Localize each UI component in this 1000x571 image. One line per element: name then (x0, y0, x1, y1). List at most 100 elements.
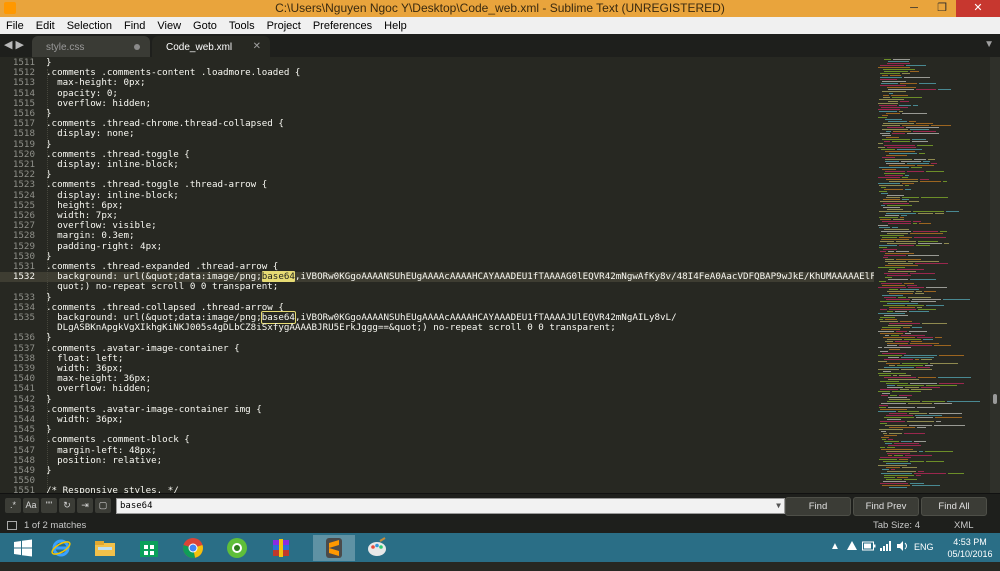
find-button[interactable]: Find (785, 497, 851, 516)
code-line[interactable]: 1541 overflow: hidden; (0, 384, 874, 394)
windows-start-icon[interactable] (2, 535, 44, 561)
minimap-line (915, 415, 942, 416)
internet-explorer-icon[interactable] (40, 535, 82, 561)
code-line[interactable]: quot;) no-repeat scroll 0 0 transparent; (0, 282, 874, 292)
code-line[interactable]: 1537 .comments .avatar-image-container { (0, 343, 874, 354)
minimap-line (904, 283, 914, 284)
minimap-line (883, 337, 915, 338)
network-icon[interactable] (880, 541, 892, 570)
case-sensitive-toggle[interactable]: Aa (23, 498, 39, 513)
sublime-text-taskbar-icon[interactable] (313, 535, 355, 561)
minimap-line (882, 169, 896, 170)
tab-dropdown-icon[interactable]: ▼ (984, 39, 994, 50)
in-selection-toggle[interactable]: ⇥ (77, 498, 93, 513)
coccoc-browser-icon[interactable] (216, 535, 258, 561)
minimap[interactable] (874, 57, 990, 493)
wrap-toggle[interactable]: ↻ (59, 498, 75, 513)
line-number[interactable]: 1532 (0, 271, 35, 282)
code-line[interactable]: 1513 max-height: 0px; (0, 78, 874, 88)
paint-icon[interactable] (356, 535, 398, 561)
minimap-line (878, 267, 905, 268)
code-line[interactable]: 1543 .comments .avatar-image-container im… (0, 404, 874, 415)
menu-help[interactable]: Help (378, 20, 413, 32)
code-line[interactable]: 1529 padding-right: 4px; (0, 241, 874, 252)
unsaved-dot-icon[interactable] (134, 44, 140, 50)
tab-size-selector[interactable]: Tab Size: 4 (873, 520, 920, 531)
tray-overflow-icon[interactable]: ▲ (830, 541, 840, 570)
tab-style-css[interactable]: style.css (32, 36, 150, 57)
code-line[interactable]: 1538 float: left; (0, 353, 874, 364)
code-line[interactable]: 1551 /* Responsive styles. */ (0, 486, 874, 493)
menu-preferences[interactable]: Preferences (307, 20, 378, 32)
minimap-line (926, 305, 944, 306)
minimap-line (887, 87, 916, 88)
minimap-line (881, 83, 898, 84)
battery-icon[interactable] (862, 541, 876, 570)
find-history-chevron-icon[interactable]: ▼ (776, 499, 781, 513)
regex-toggle[interactable]: .* (5, 498, 21, 513)
minimap-line (882, 285, 905, 286)
panel-toggle-icon[interactable] (7, 521, 17, 530)
menu-view[interactable]: View (151, 20, 187, 32)
clock[interactable]: 4:53 PM 05/10/2016 (942, 536, 998, 565)
menu-goto[interactable]: Goto (187, 20, 223, 32)
find-input[interactable]: base64 ▼ (116, 498, 785, 514)
maximize-button[interactable]: ❐ (928, 0, 956, 17)
minimap-line (881, 187, 886, 188)
code-text: padding-right: 4px; (46, 241, 162, 252)
minimap-line (939, 355, 964, 356)
volume-icon[interactable] (897, 541, 909, 570)
minimap-line (880, 317, 895, 318)
language-indicator[interactable]: ENG (914, 542, 934, 571)
whole-word-toggle[interactable]: "" (41, 498, 57, 513)
action-center-icon[interactable] (846, 540, 858, 569)
find-all-button[interactable]: Find All (921, 497, 987, 516)
menu-project[interactable]: Project (261, 20, 307, 32)
code-line[interactable]: DLgASBKnApgkVgXIkhgKiNKJ005s4gDLbCZ8iSxf… (0, 323, 874, 333)
winrar-icon[interactable] (260, 535, 302, 561)
code-line[interactable]: 1525 height: 6px; (0, 200, 874, 211)
store-icon[interactable] (128, 535, 170, 561)
minimap-line (920, 179, 929, 180)
tab-close-icon[interactable]: ✕ (253, 41, 261, 52)
menu-file[interactable]: File (0, 20, 30, 32)
code-editor[interactable]: 1511} 1512 .comments .comments-content .lo… (0, 57, 874, 493)
code-line[interactable]: 1518 display: none; (0, 129, 874, 139)
highlight-matches-toggle[interactable]: ▢ (95, 498, 111, 513)
minimap-line (885, 253, 914, 254)
minimap-line (878, 313, 905, 314)
code-line[interactable]: 1515 overflow: hidden; (0, 98, 874, 109)
minimap-line (882, 237, 897, 238)
minimap-line (893, 131, 911, 132)
minimap-line (911, 389, 932, 390)
code-line[interactable]: 1548 position: relative; (0, 454, 874, 466)
code-line[interactable]: 1521 display: inline-block; (0, 159, 874, 170)
minimap-line (897, 477, 908, 478)
code-line[interactable]: 1549} (0, 465, 874, 476)
line-number[interactable]: 1551 (0, 486, 35, 493)
vertical-scrollbar[interactable] (990, 57, 1000, 493)
minimap-line (879, 105, 897, 106)
minimap-line (888, 439, 893, 440)
chrome-icon[interactable] (172, 535, 214, 561)
code-text: /* Responsive styles. */ (46, 486, 179, 493)
code-segment: position: relative; (46, 454, 163, 466)
scrollbar-thumb[interactable] (993, 394, 997, 404)
file-explorer-icon[interactable] (84, 535, 126, 561)
close-button[interactable]: ✕ (956, 0, 1000, 17)
line-number[interactable]: 1535 (0, 312, 35, 323)
tab-code-web-xml[interactable]: Code_web.xml ✕ (152, 36, 270, 57)
find-prev-button[interactable]: Find Prev (853, 497, 919, 516)
syntax-selector[interactable]: XML (954, 520, 974, 531)
minimap-line (885, 261, 906, 262)
minimap-line (889, 293, 913, 294)
tab-nav-arrows-icon[interactable]: ◀ ▶ (4, 38, 24, 51)
minimize-button[interactable]: ─ (900, 0, 928, 17)
code-line[interactable]: 1524 display: inline-block; (0, 190, 874, 201)
code-line[interactable]: 1544 width: 36px; (0, 414, 874, 425)
menu-find[interactable]: Find (118, 20, 151, 32)
menu-tools[interactable]: Tools (223, 20, 261, 32)
menu-selection[interactable]: Selection (61, 20, 118, 32)
minimap-line (884, 359, 913, 360)
menu-edit[interactable]: Edit (30, 20, 61, 32)
